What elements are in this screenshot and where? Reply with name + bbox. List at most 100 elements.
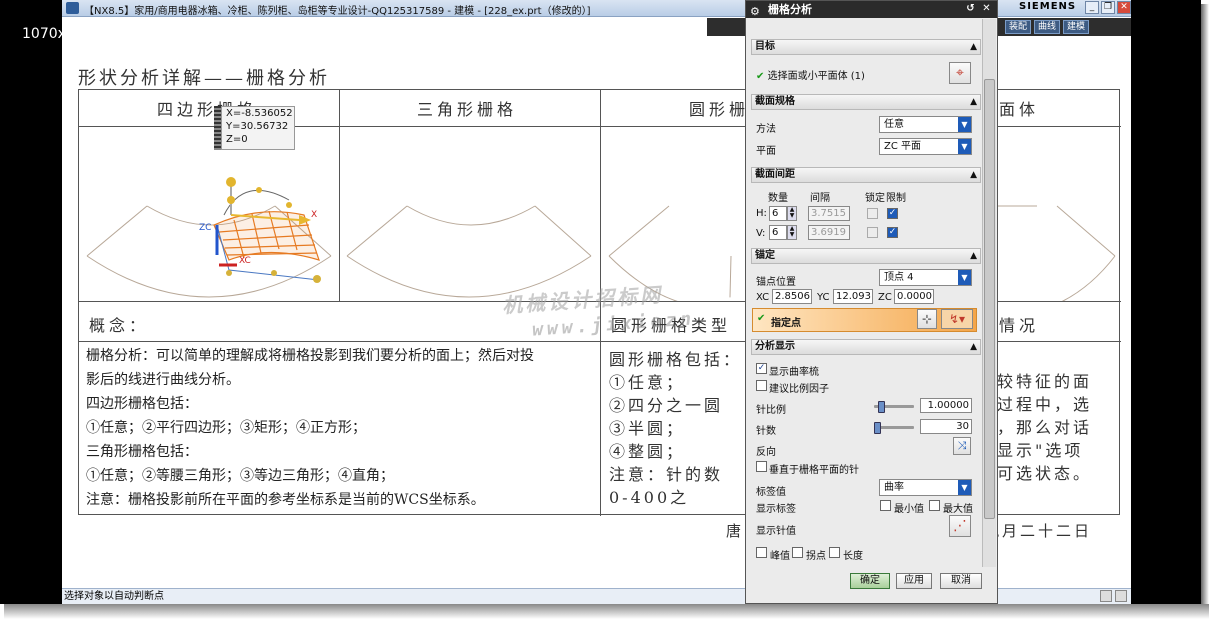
section-anchor-header[interactable]: 锚定 ▲ — [751, 248, 981, 264]
select-face-label[interactable]: ✔ 选择面或小平面体 (1) — [756, 67, 865, 82]
minimize-button[interactable]: _ — [1085, 1, 1099, 14]
show-curvature-label: 显示曲率梳 — [769, 367, 819, 378]
v-label: V: — [756, 228, 766, 239]
label-value-text: 曲率 — [884, 482, 904, 493]
frame-shadow-right — [1201, 4, 1209, 608]
point-dialog-button[interactable]: ⊹ — [917, 309, 937, 329]
h-count-spinner[interactable]: ▲ ▼ — [787, 206, 797, 221]
v-lock-checkbox[interactable] — [867, 227, 878, 238]
col-interval: 间隔 — [810, 193, 830, 204]
mid-text-block: 圆形栅格包括： ①任意； ②四分之一圆 ③半圆； ④整圆； 注意：针的数 0-4… — [609, 348, 742, 509]
h-count-input[interactable]: 6 — [769, 206, 787, 221]
apply-button[interactable]: 应用 — [896, 573, 932, 589]
h-limit-checkbox[interactable]: ✓ — [887, 208, 898, 219]
show-label-label: 显示标签 — [756, 504, 796, 515]
show-curvature-checkbox[interactable]: ✓ — [756, 363, 767, 374]
section-target-header[interactable]: 目标 ▲ — [751, 39, 981, 55]
fullscreen-icon[interactable] — [1100, 590, 1112, 602]
frame-shadow-bottom — [4, 604, 1209, 619]
section-title: 锚定 — [755, 250, 775, 261]
tab-curve[interactable]: 曲线 — [1034, 20, 1061, 34]
yc-input[interactable]: 12.093 — [833, 289, 873, 304]
restore-button[interactable]: ❐ — [1101, 1, 1115, 14]
proportional-checkbox[interactable] — [756, 380, 767, 391]
needle-scale-knob[interactable] — [878, 401, 885, 413]
select-face-crosshair-button[interactable]: ⌖ — [949, 62, 971, 84]
col-lock: 锁定 — [865, 193, 885, 204]
point-type-dropdown[interactable]: ↯▾ — [941, 309, 973, 329]
text-line: 栅格分析：可以简单的理解成将栅格投影到我们要分析的面上；然后对投 — [86, 348, 534, 364]
text-line: ，那么对话 — [997, 418, 1093, 437]
coord-z: Z=0 — [226, 134, 248, 145]
v-count-spinner[interactable]: ▲ ▼ — [787, 225, 797, 240]
collapse-icon[interactable]: ▲ — [970, 40, 977, 54]
col-count: 数量 — [768, 193, 788, 204]
ok-button[interactable]: 确定 — [850, 573, 890, 589]
gear-icon[interactable]: ⚙ — [750, 3, 760, 20]
collapse-icon[interactable]: ▲ — [970, 168, 977, 182]
v-limit-checkbox[interactable]: ✓ — [887, 227, 898, 238]
section-spacing-header[interactable]: 截面间距 ▲ — [751, 167, 981, 183]
needle-count-input[interactable]: 30 — [920, 419, 972, 434]
perpendicular-checkbox[interactable] — [756, 461, 767, 472]
v-count-input[interactable]: 6 — [769, 225, 787, 240]
text-line: ①任意； — [609, 373, 686, 392]
h-label: H: — [756, 208, 767, 219]
text-line: 四边形栅格包括： — [86, 396, 198, 412]
collapse-icon[interactable]: ▲ — [970, 249, 977, 263]
cancel-button[interactable]: 取消 — [940, 573, 982, 589]
v-interval-input[interactable]: 3.6919 — [808, 225, 850, 240]
plane-label: 平面 — [756, 146, 776, 157]
chevron-down-icon: ▼ — [958, 139, 971, 154]
anchor-pos-dropdown[interactable]: 顶点 4 ▼ — [879, 269, 972, 286]
xc-input[interactable]: 2.8506 — [772, 289, 812, 304]
close-button[interactable]: ✕ — [1117, 1, 1131, 14]
h-lock-checkbox[interactable] — [867, 208, 878, 219]
collapse-icon[interactable]: ▲ — [970, 340, 977, 354]
length-label: 长度 — [843, 551, 863, 562]
h-interval-input[interactable]: 3.7515 — [808, 206, 850, 221]
zc-axis-label: ZC — [199, 223, 211, 233]
dialog-scrollbar[interactable] — [982, 19, 996, 567]
coordinate-tooltip: X=-8.536052 Y=30.56732 Z=0 — [221, 106, 295, 150]
label-value-dropdown[interactable]: 曲率 ▼ — [879, 479, 972, 496]
min-checkbox[interactable] — [880, 500, 891, 511]
plane-dropdown[interactable]: ZC 平面 ▼ — [879, 138, 972, 155]
specify-point-row[interactable]: ✔ 指定点 ⊹ ↯▾ — [752, 308, 977, 332]
reset-icon[interactable]: ↺ — [964, 3, 977, 16]
date-right: 九月二十二日 — [984, 522, 1093, 540]
text-line: ②四分之一圆 — [609, 396, 724, 415]
max-checkbox[interactable] — [929, 500, 940, 511]
doc-title: 形状分析详解——栅格分析 — [78, 68, 330, 89]
needle-count-knob[interactable] — [874, 422, 881, 434]
length-checkbox[interactable] — [829, 547, 840, 558]
x-axis-label: X — [311, 210, 317, 220]
text-line: ③半圆； — [609, 419, 686, 438]
siemens-logo: SIEMENS — [1019, 1, 1077, 12]
collapse-icon[interactable]: ▲ — [970, 95, 977, 109]
coord-y: Y=30.56732 — [226, 121, 289, 132]
section-spec-header[interactable]: 截面规格 ▲ — [751, 94, 981, 110]
reverse-direction-button[interactable]: ⤨ — [953, 437, 971, 455]
text-line: 注意：针的数 — [609, 465, 724, 484]
needle-value-button[interactable]: ⋰ — [949, 515, 971, 537]
peak-checkbox[interactable] — [756, 547, 767, 558]
text-line: ①任意；②平行四边形；③矩形；④正方形； — [86, 420, 366, 436]
section-title: 截面间距 — [755, 169, 795, 180]
zc-input[interactable]: 0.0000 — [894, 289, 934, 304]
inflection-checkbox[interactable] — [792, 547, 803, 558]
tab-assembly[interactable]: 装配 — [1005, 20, 1032, 34]
label-value-label: 标签值 — [756, 487, 786, 498]
grid-analysis-dialog: ⚙ 栅格分析 ↺ ✕ 目标 ▲ ✔ 选择面或小平面体 (1) ⌖ 截面规格 ▲ … — [745, 0, 998, 604]
tab-modeling[interactable]: 建模 — [1063, 20, 1090, 34]
dialog-title: 栅格分析 — [768, 3, 812, 16]
section-analysis-header[interactable]: 分析显示 ▲ — [751, 339, 981, 355]
coord-x: X=-8.536052 — [226, 108, 293, 119]
window-icon[interactable] — [1115, 590, 1127, 602]
needle-scale-input[interactable]: 1.00000 — [920, 398, 972, 413]
section-title: 截面规格 — [755, 96, 795, 107]
method-dropdown[interactable]: 任意 ▼ — [879, 116, 972, 133]
scroll-thumb[interactable] — [984, 79, 995, 519]
dialog-close-icon[interactable]: ✕ — [980, 3, 993, 16]
concept-label: 概念： — [89, 316, 150, 335]
